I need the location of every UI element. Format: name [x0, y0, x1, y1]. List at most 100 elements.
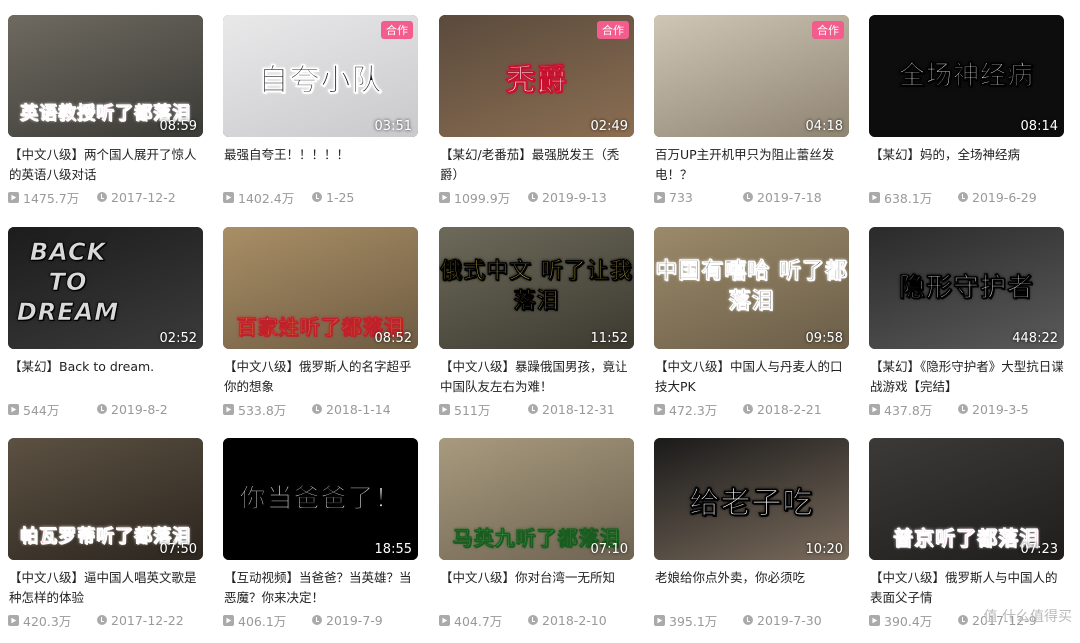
video-title[interactable]: 【中文八级】中国人与丹麦人的口技大PK [655, 357, 849, 397]
video-card[interactable]: 帕瓦罗蒂听了都落泪 07:50 【中文八级】逼中国人唱英文歌是种怎样的体验 420.3… [8, 438, 203, 643]
duration-label: 18:55 [374, 542, 412, 557]
video-card[interactable]: 隐形守护者 448:22 【某幻】《隐形守护者》大型抗日谍战游戏【完结】 437.8万… [869, 227, 1064, 432]
duration-label: 08:59 [159, 119, 197, 134]
view-count: 1475.7万 [23, 190, 80, 206]
view-count: 437.8万 [884, 402, 933, 418]
video-card[interactable]: 俄式中文 听了让我落泪 11:52 【中文八级】暴躁俄国男孩，竟让中国队友左右为难！… [439, 227, 634, 432]
video-title[interactable]: 百万UP主开机甲只为阻止蕾丝发电！？ [655, 145, 849, 185]
video-thumbnail[interactable]: 百家姓听了都落泪 08:52 [223, 227, 418, 349]
video-title[interactable]: 【中文八级】俄罗斯人与中国人的表面父子情 [870, 568, 1064, 608]
video-thumbnail[interactable]: 自夸小队 合作 03:51 [223, 15, 418, 137]
video-title[interactable]: 最强自夸王！！！！！ [224, 145, 418, 185]
video-card[interactable]: 给老子吃 10:20 老娘给你点外卖，你必须吃 395.1万 2019-7-30 [654, 438, 849, 643]
clock-icon [528, 615, 538, 625]
video-grid: 英语教授听了都落泪 08:59 【中文八级】两个国人展开了惊人的英语八级对话 1475… [0, 0, 1080, 632]
video-title[interactable]: 【中文八级】两个国人展开了惊人的英语八级对话 [9, 145, 203, 185]
watermark: 值 什么值得买 [983, 609, 1072, 625]
thumbnail-caption: 你当爸爸了！ [239, 484, 402, 515]
video-title[interactable]: 【某幻】《隐形守护者》大型抗日谍战游戏【完结】 [870, 357, 1064, 397]
video-thumbnail[interactable]: 合作 04:18 [654, 15, 849, 137]
collab-badge: 合作 [597, 21, 629, 39]
video-thumbnail[interactable]: 普京听了都落泪 07:23 [869, 438, 1064, 560]
video-title[interactable]: 老娘给你点外卖，你必须吃 [655, 568, 849, 608]
video-thumbnail[interactable]: BACK TO DREAM 02:52 [8, 227, 203, 349]
video-card[interactable]: 自夸小队 合作 03:51 最强自夸王！！！！！ 1402.4万 1-25 [223, 15, 418, 220]
video-card[interactable]: 英语教授听了都落泪 08:59 【中文八级】两个国人展开了惊人的英语八级对话 1475… [8, 15, 203, 220]
duration-label: 08:14 [1020, 119, 1058, 134]
duration-label: 04:18 [805, 119, 843, 134]
clock-icon [743, 404, 753, 414]
play-count-icon [8, 191, 19, 203]
upload-date: 2019-9-13 [542, 189, 607, 205]
video-card[interactable]: BACK TO DREAM 02:52 【某幻】Back to dream. 544万… [8, 227, 203, 432]
video-thumbnail[interactable]: 英语教授听了都落泪 08:59 [8, 15, 203, 137]
clock-icon [743, 615, 753, 625]
video-meta: 511万 2018-12-31 [439, 400, 634, 418]
thumbnail-caption: 自夸小队 [258, 63, 383, 99]
video-title[interactable]: 【中文八级】俄罗斯人的名字超乎你的想象 [224, 357, 418, 397]
video-card[interactable]: 中国有嘻哈 听了都落泪 09:58 【中文八级】中国人与丹麦人的口技大PK 472.3… [654, 227, 849, 432]
upload-date: 2018-1-14 [326, 401, 391, 417]
clock-icon [958, 615, 968, 625]
video-title[interactable]: 【中文八级】暴躁俄国男孩，竟让中国队友左右为难！ [440, 357, 634, 397]
video-thumbnail[interactable]: 秃爵 合作 02:49 [439, 15, 634, 137]
view-count: 404.7万 [454, 613, 503, 629]
upload-date: 2019-7-9 [326, 612, 383, 628]
duration-label: 02:52 [159, 331, 197, 346]
video-title[interactable]: 【中文八级】逼中国人唱英文歌是种怎样的体验 [9, 568, 203, 608]
video-meta: 1402.4万 1-25 [223, 188, 418, 206]
video-title[interactable]: 【某幻】妈的，全场神经病 [870, 145, 1064, 185]
upload-date: 1-25 [326, 189, 355, 205]
video-meta: 406.1万 2019-7-9 [223, 611, 418, 629]
play-count-icon [439, 403, 450, 415]
clock-icon [312, 615, 322, 625]
video-card[interactable]: 秃爵 合作 02:49 【某幻/老番茄】最强脱发王（秃爵） 1099.9万 2019-9-… [439, 15, 634, 220]
play-count-icon [869, 614, 880, 626]
clock-icon [958, 404, 968, 414]
video-thumbnail[interactable]: 俄式中文 听了让我落泪 11:52 [439, 227, 634, 349]
upload-date: 2019-6-29 [972, 189, 1037, 205]
thumbnail-caption: 给老子吃 [689, 486, 814, 522]
duration-label: 08:52 [374, 331, 412, 346]
view-count: 406.1万 [238, 613, 287, 629]
clock-icon [312, 404, 322, 414]
video-thumbnail[interactable]: 给老子吃 10:20 [654, 438, 849, 560]
view-count: 1402.4万 [238, 190, 295, 206]
duration-label: 07:50 [159, 542, 197, 557]
video-meta: 1475.7万 2017-12-2 [8, 188, 203, 206]
upload-date: 2018-12-31 [542, 401, 615, 417]
video-meta: 472.3万 2018-2-21 [654, 400, 849, 418]
thumbnail-caption: 秃爵 [505, 63, 568, 99]
duration-label: 07:23 [1020, 542, 1058, 557]
view-count: 1099.9万 [454, 190, 511, 206]
view-count: 420.3万 [23, 613, 72, 629]
video-thumbnail[interactable]: 帕瓦罗蒂听了都落泪 07:50 [8, 438, 203, 560]
video-thumbnail[interactable]: 中国有嘻哈 听了都落泪 09:58 [654, 227, 849, 349]
video-title[interactable]: 【某幻】Back to dream. [9, 357, 203, 397]
video-meta: 733 2019-7-18 [654, 188, 849, 206]
video-thumbnail[interactable]: 隐形守护者 448:22 [869, 227, 1064, 349]
video-thumbnail[interactable]: 你当爸爸了！ 18:55 [223, 438, 418, 560]
clock-icon [97, 404, 107, 414]
duration-label: 03:51 [374, 119, 412, 134]
video-card[interactable]: 马英九听了都落泪 07:10 【中文八级】你对台湾一无所知 404.7万 2018-2-… [439, 438, 634, 643]
video-card[interactable]: 你当爸爸了！ 18:55 【互动视频】当爸爸？当英雄？当恶魔？你来决定！ 406.1万… [223, 438, 418, 643]
play-count-icon [8, 614, 19, 626]
video-meta: 437.8万 2019-3-5 [869, 400, 1064, 418]
video-title[interactable]: 【某幻/老番茄】最强脱发王（秃爵） [440, 145, 634, 185]
duration-label: 11:52 [590, 331, 628, 346]
play-count-icon [223, 403, 234, 415]
view-count: 472.3万 [669, 402, 718, 418]
play-count-icon [223, 614, 234, 626]
video-title[interactable]: 【中文八级】你对台湾一无所知 [440, 568, 634, 608]
clock-icon [312, 192, 322, 202]
video-meta: 420.3万 2017-12-22 [8, 611, 203, 629]
video-title[interactable]: 【互动视频】当爸爸？当英雄？当恶魔？你来决定！ [224, 568, 418, 608]
video-card[interactable]: 全场神经病 08:14 【某幻】妈的，全场神经病 638.1万 2019-6-29 [869, 15, 1064, 220]
video-card[interactable]: 合作 04:18 百万UP主开机甲只为阻止蕾丝发电！？ 733 2019-7-18 [654, 15, 849, 220]
thumbnail-caption: BACK TO DREAM [16, 238, 120, 327]
video-card[interactable]: 百家姓听了都落泪 08:52 【中文八级】俄罗斯人的名字超乎你的想象 533.8万 20… [223, 227, 418, 432]
video-thumbnail[interactable]: 马英九听了都落泪 07:10 [439, 438, 634, 560]
duration-label: 02:49 [590, 119, 628, 134]
video-thumbnail[interactable]: 全场神经病 08:14 [869, 15, 1064, 137]
